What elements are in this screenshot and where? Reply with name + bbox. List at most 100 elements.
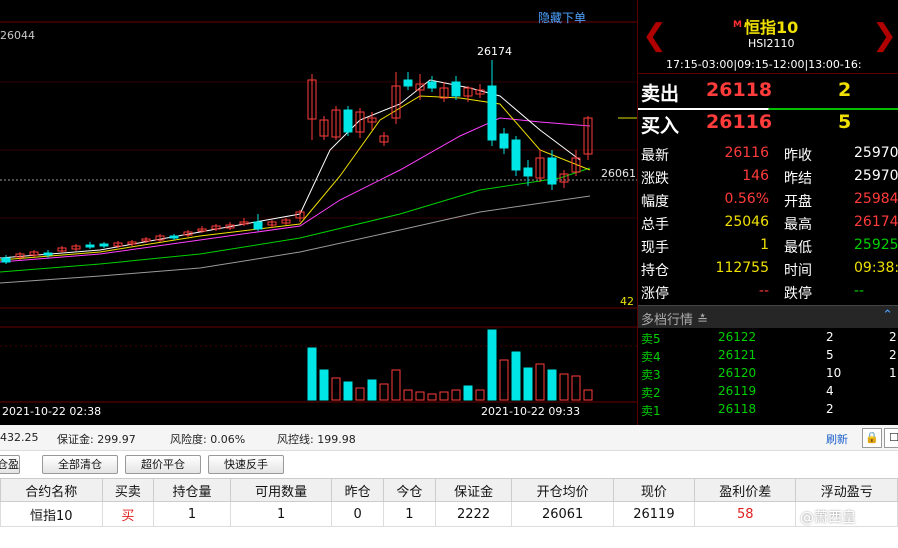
depth-label: 卖5 [641, 332, 661, 346]
depth-price: 26121 [718, 348, 757, 362]
quote-value: 0.56% [724, 191, 769, 207]
volume-axis-label: 42 [620, 295, 634, 308]
main-contract-icon: M [733, 19, 742, 30]
quote-value: -- [758, 283, 769, 299]
table-cell: 26119 [612, 501, 695, 527]
column-header[interactable]: 开仓均价 [511, 478, 614, 502]
quote-value: 25984 [854, 191, 898, 207]
depth-price: 26120 [718, 366, 757, 380]
quote-key: 持仓 [641, 263, 669, 279]
depth-label: 卖4 [641, 350, 661, 364]
last-price-label: 26061 [601, 167, 636, 180]
depth-row[interactable]: 卖2 26119 4 [638, 383, 898, 401]
quote-key: 最高 [784, 217, 812, 233]
quote-value: 1 [760, 237, 769, 253]
account-bar: 432.25 保证金: 299.97 风险度: 0.06% 风控线: 199.9… [0, 425, 898, 451]
table-row[interactable]: 恒指10 买 1 1 0 1 2222 26061 26119 58 [0, 501, 898, 527]
volume-bar [379, 383, 389, 401]
volume-bar [355, 387, 365, 401]
depth-price: 26118 [718, 402, 757, 416]
column-header[interactable]: 买卖 [101, 478, 155, 502]
candle-body [511, 139, 521, 171]
kline-chart[interactable]: 隐藏下单 26044 26174 26061 42 2021-10-22 02:… [0, 0, 637, 425]
column-header[interactable]: 今仓 [383, 478, 436, 502]
quick-reverse-button[interactable]: 快速反手 [208, 455, 284, 474]
table-cell: 1 [229, 501, 333, 527]
depth-label: 卖3 [641, 368, 661, 382]
column-header[interactable]: 现价 [612, 478, 695, 502]
volume-bar [559, 373, 569, 401]
volume-bar [319, 369, 329, 401]
quote-table: 最新 26116 昨收 25970 涨跌 146 昨结 25970 幅度 0.56%… [638, 142, 898, 303]
next-contract-icon[interactable]: ❯ [872, 18, 897, 53]
depth-row[interactable]: 卖3 26120 10 1 [638, 365, 898, 383]
lock-icon[interactable]: 🔒 [862, 428, 882, 448]
time-label-end: 2021-10-22 09:33 [481, 405, 581, 418]
volume-bar [331, 377, 341, 401]
column-header[interactable]: 盈利价差 [693, 478, 797, 502]
margin-text: 保证金: 299.97 [57, 433, 136, 446]
column-header[interactable]: 浮动盈亏 [795, 478, 898, 502]
quote-key: 昨结 [784, 171, 812, 187]
quote-panel: ❮ ❯ M 恒指10 HSI2110 17:15-03:00|09:15-12:0… [637, 0, 898, 425]
candle-body [523, 167, 533, 177]
bid-ask-box: 卖出 26118 2 买入 26116 5 [638, 73, 898, 138]
table-cell: 58 [693, 501, 797, 527]
volume-bar [367, 379, 377, 401]
quote-key: 时间 [784, 263, 812, 279]
depth-header[interactable]: 多档行情 ≛ ⌃ [638, 305, 898, 328]
candle-body [403, 79, 413, 87]
unlock-icon[interactable]: ☐ [884, 428, 898, 448]
risk-text: 风险度: 0.06% [170, 433, 246, 446]
column-header[interactable]: 合约名称 [0, 478, 103, 502]
depth-row[interactable]: 卖4 26121 5 2 [638, 347, 898, 365]
tab-positions[interactable]: 仓盈 [0, 455, 20, 474]
sell-label: 卖出 [641, 83, 680, 105]
buy-price: 26116 [706, 111, 773, 133]
volume-bar [439, 391, 449, 401]
quote-row: 持仓 112755 时间 09:38:18 [638, 257, 898, 280]
depth-qty-change: 2 [889, 330, 897, 344]
depth-row[interactable]: 卖5 26122 2 2 [638, 329, 898, 347]
refresh-button[interactable]: 刷新 [826, 431, 848, 447]
column-header[interactable]: 可用数量 [229, 478, 333, 502]
divider [638, 108, 898, 110]
candle-body [253, 221, 263, 230]
candle-body [43, 252, 53, 256]
watermark: @萧西皇 [800, 510, 856, 526]
prev-contract-icon[interactable]: ❮ [642, 18, 667, 53]
depth-qty: 2 [826, 402, 834, 416]
collapse-up-icon[interactable]: ⌃ [882, 308, 893, 323]
column-header[interactable]: 持仓量 [153, 478, 231, 502]
depth-qty: 5 [826, 348, 834, 362]
table-cell: 26061 [511, 501, 614, 527]
chart-canvas[interactable] [0, 0, 637, 425]
buy-row[interactable]: 买入 26116 5 [638, 106, 898, 138]
candle-body [487, 85, 497, 141]
table-cell: 1 [153, 501, 231, 527]
quote-row: 涨跌 146 昨结 25970 [638, 165, 898, 188]
contract-code: HSI2110 [748, 37, 795, 50]
table-header: 合约名称 买卖 持仓量 可用数量 昨仓 今仓 保证金 开仓均价 现价 盈利价差 浮动盈亏 [0, 478, 898, 502]
quote-key: 涨停 [641, 286, 669, 302]
depth-qty: 4 [826, 384, 834, 398]
buy-qty: 5 [838, 111, 852, 133]
column-header[interactable]: 昨仓 [331, 478, 385, 502]
hide-order-link[interactable]: 隐藏下单 [538, 9, 586, 26]
positions-table: 合约名称 买卖 持仓量 可用数量 昨仓 今仓 保证金 开仓均价 现价 盈利价差 浮动盈亏 恒指10 买… [0, 478, 898, 527]
volume-bar [451, 389, 461, 401]
expand-down-icon[interactable]: ≛ [697, 313, 708, 328]
quote-key: 总手 [641, 217, 669, 233]
contract-header: ❮ ❯ M 恒指10 HSI2110 17:15-03:00|09:15-12:0… [638, 0, 898, 73]
sell-row[interactable]: 卖出 26118 2 [638, 74, 898, 106]
quote-key: 跌停 [784, 286, 812, 302]
column-header[interactable]: 保证金 [434, 478, 513, 502]
volume-bar [583, 389, 593, 401]
depth-row[interactable]: 卖1 26118 2 [638, 401, 898, 419]
quote-value: 26174 [854, 214, 898, 230]
trading-hours: 17:15-03:00|09:15-12:00|13:00-16: [666, 58, 862, 71]
depth-qty-change: 2 [889, 348, 897, 362]
close-all-button[interactable]: 全部清仓 [42, 455, 118, 474]
quote-key: 现手 [641, 240, 669, 256]
over-price-close-button[interactable]: 超价平仓 [125, 455, 201, 474]
